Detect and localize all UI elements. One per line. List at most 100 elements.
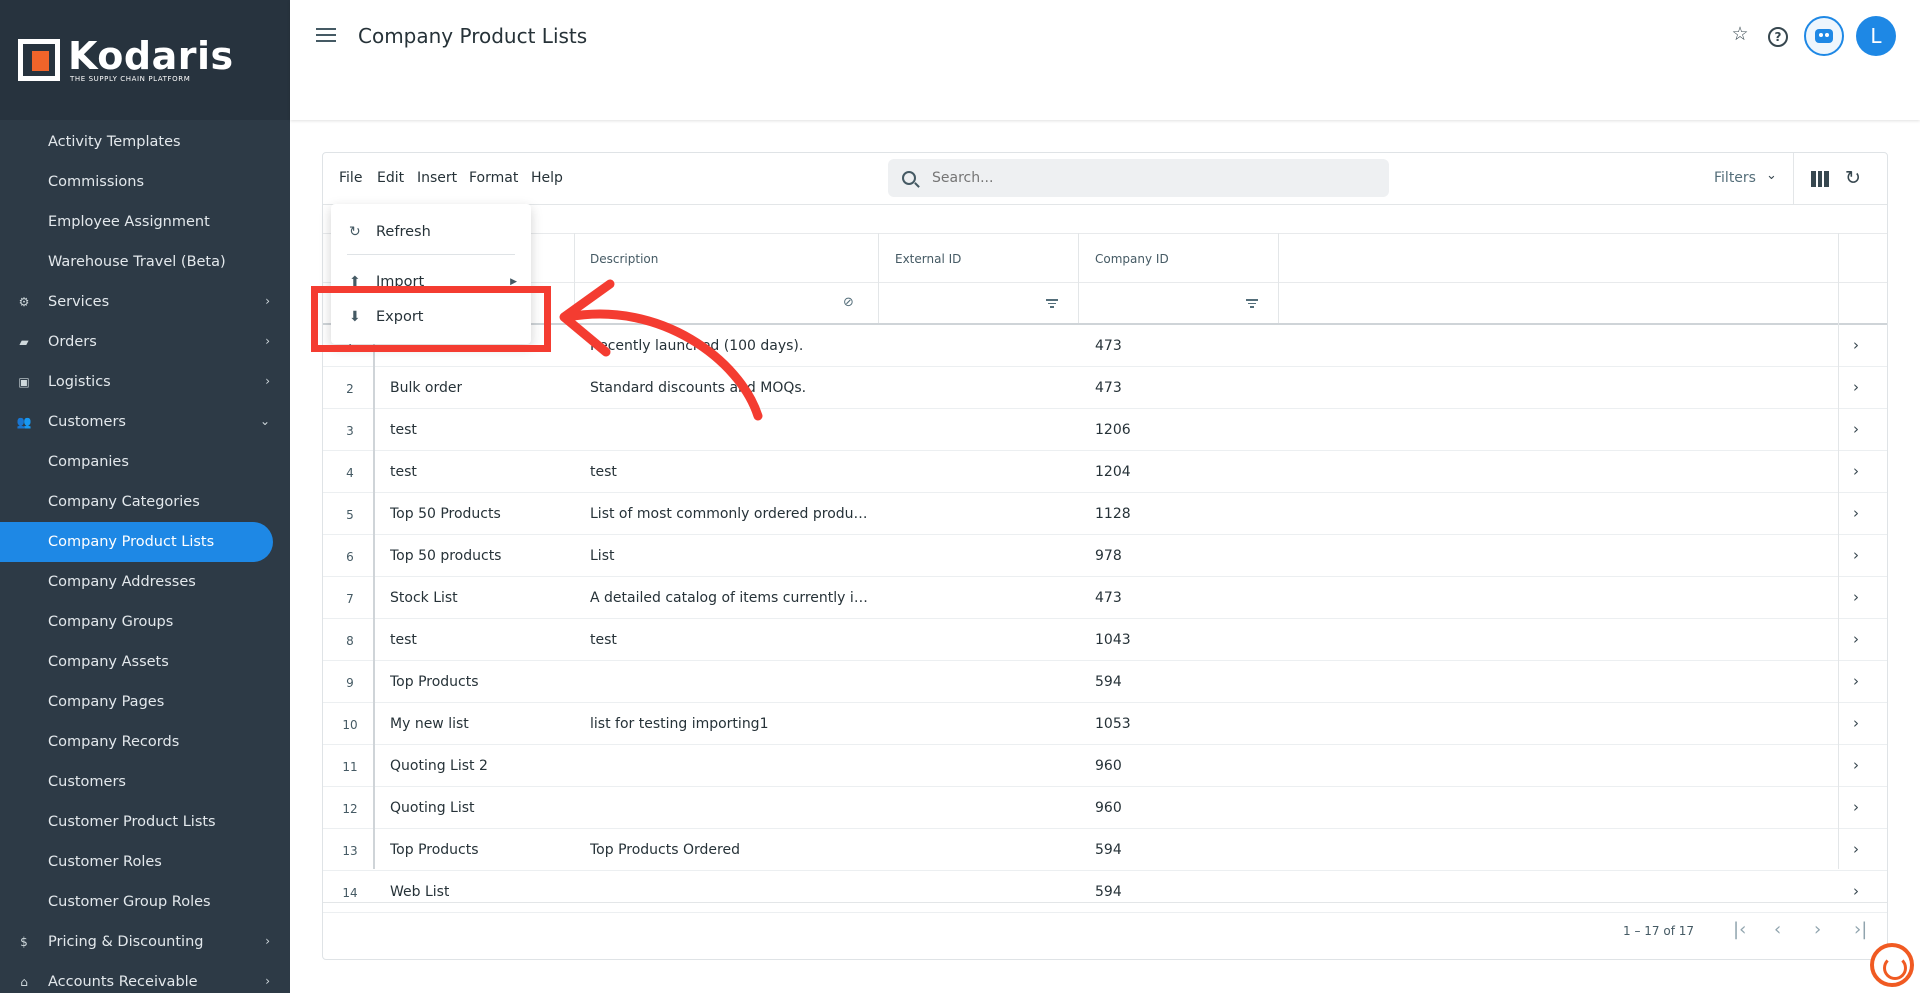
sidebar-item-warehouse-travel-beta[interactable]: Warehouse Travel (Beta) bbox=[0, 242, 290, 282]
sidebar-item-pricing-discounting[interactable]: $ Pricing & Discounting › bbox=[0, 922, 290, 962]
table-row[interactable]: 10 My new list list for testing importing1… bbox=[323, 703, 1887, 745]
cell-name: test bbox=[390, 632, 417, 648]
menu-file[interactable]: File bbox=[339, 170, 362, 186]
table-row[interactable]: 12 Quoting List 960 › bbox=[323, 787, 1887, 829]
sidebar-item-company-product-lists[interactable]: Company Product Lists bbox=[0, 522, 273, 562]
chevron-right-icon[interactable]: › bbox=[1853, 420, 1859, 438]
chevron-right-icon[interactable]: › bbox=[1853, 378, 1859, 396]
menu-insert[interactable]: Insert bbox=[417, 170, 457, 186]
column-header-description[interactable]: Description bbox=[590, 252, 658, 266]
robot-icon bbox=[1815, 29, 1833, 43]
cell-name: Stock List bbox=[390, 590, 458, 606]
table-row[interactable]: 7 Stock List A detailed catalog of items c… bbox=[323, 577, 1887, 619]
filter-icon[interactable] bbox=[1246, 299, 1258, 310]
menu-item-label: Refresh bbox=[376, 224, 431, 240]
cell-description: A detailed catalog of items currently in… bbox=[590, 590, 870, 606]
chevron-right-icon[interactable]: › bbox=[1853, 756, 1859, 774]
cell-company-id: 978 bbox=[1095, 548, 1122, 564]
cell-description: test bbox=[590, 632, 617, 648]
row-number: 11 bbox=[342, 760, 358, 774]
grid-footer: 1 – 17 of 17 |‹ ‹ › ›| bbox=[323, 902, 1887, 960]
chevron-right-icon[interactable]: › bbox=[1853, 336, 1859, 354]
sidebar-item-customer-group-roles[interactable]: Customer Group Roles bbox=[0, 882, 290, 922]
next-page-icon[interactable]: › bbox=[1814, 919, 1821, 940]
menu-edit[interactable]: Edit bbox=[377, 170, 404, 186]
chat-support-icon[interactable] bbox=[1870, 943, 1914, 987]
chevron-right-icon[interactable]: › bbox=[1853, 546, 1859, 564]
filter-icon[interactable] bbox=[1046, 299, 1058, 310]
sidebar-item-customers[interactable]: 👥 Customers ⌄ bbox=[0, 402, 290, 442]
menu-format[interactable]: Format bbox=[469, 170, 518, 186]
column-header-company-id[interactable]: Company ID bbox=[1095, 252, 1169, 266]
cell-name: Top 50 Products bbox=[390, 506, 501, 522]
columns-icon[interactable] bbox=[1811, 171, 1830, 187]
table-row[interactable]: 13 Top Products Top Products Ordered 594 › bbox=[323, 829, 1887, 871]
chevron-right-icon[interactable]: › bbox=[1853, 588, 1859, 606]
sidebar-item-company-assets[interactable]: Company Assets bbox=[0, 642, 290, 682]
table-row[interactable]: 11 Quoting List 2 960 › bbox=[323, 745, 1887, 787]
chevron-right-icon[interactable]: › bbox=[1853, 504, 1859, 522]
sidebar-nav: Activity Templates Commissions Employee As… bbox=[0, 120, 290, 993]
refresh-icon[interactable]: ↻ bbox=[1845, 167, 1861, 189]
filters-button[interactable]: Filters bbox=[1714, 170, 1756, 186]
search-input[interactable] bbox=[932, 170, 1352, 186]
first-page-icon[interactable]: |‹ bbox=[1733, 919, 1746, 940]
user-avatar[interactable]: L bbox=[1856, 16, 1896, 56]
chevron-right-icon[interactable]: › bbox=[1853, 630, 1859, 648]
sidebar-item-customers[interactable]: Customers bbox=[0, 762, 290, 802]
table-row[interactable]: 5 Top 50 Products List of most commonly or… bbox=[323, 493, 1887, 535]
sidebar-item-logistics[interactable]: ▣ Logistics › bbox=[0, 362, 290, 402]
chevron-right-icon[interactable]: › bbox=[1853, 882, 1859, 900]
previous-page-icon[interactable]: ‹ bbox=[1774, 919, 1781, 940]
chevron-right-icon[interactable]: › bbox=[1853, 840, 1859, 858]
table-row[interactable]: 8 test test 1043 › bbox=[323, 619, 1887, 661]
assistant-bot-button[interactable] bbox=[1804, 16, 1844, 56]
sidebar-item-label: Activity Templates bbox=[48, 134, 181, 150]
row-action-divider bbox=[1838, 233, 1839, 869]
table-row[interactable]: 6 Top 50 products List 978 › bbox=[323, 535, 1887, 577]
chevron-right-icon[interactable]: › bbox=[1853, 798, 1859, 816]
sidebar-item-company-categories[interactable]: Company Categories bbox=[0, 482, 290, 522]
sidebar-item-company-records[interactable]: Company Records bbox=[0, 722, 290, 762]
star-icon[interactable]: ☆ bbox=[1728, 22, 1752, 46]
menu-item-refresh[interactable]: ↻ Refresh bbox=[331, 212, 531, 252]
last-page-icon[interactable]: ›| bbox=[1854, 919, 1867, 940]
sidebar-item-label: Companies bbox=[48, 454, 129, 470]
cell-description: test bbox=[590, 464, 617, 480]
row-number: 5 bbox=[346, 508, 354, 522]
column-header-external-id[interactable]: External ID bbox=[895, 252, 961, 266]
row-number: 3 bbox=[346, 424, 354, 438]
logo-name: Kodaris bbox=[68, 34, 234, 78]
table-row[interactable]: 9 Top Products 594 › bbox=[323, 661, 1887, 703]
sidebar-item-customer-product-lists[interactable]: Customer Product Lists bbox=[0, 802, 290, 842]
menu-help[interactable]: Help bbox=[531, 170, 563, 186]
sidebar-item-company-addresses[interactable]: Company Addresses bbox=[0, 562, 290, 602]
chevron-down-icon[interactable]: ⌄ bbox=[1766, 168, 1777, 183]
sidebar-item-activity-templates[interactable]: Activity Templates bbox=[0, 122, 290, 162]
cell-company-id: 960 bbox=[1095, 800, 1122, 816]
sidebar-item-employee-assignment[interactable]: Employee Assignment bbox=[0, 202, 290, 242]
chevron-right-icon: › bbox=[265, 334, 270, 348]
sidebar-item-orders[interactable]: ▰ Orders › bbox=[0, 322, 290, 362]
cell-name: Top Products bbox=[390, 842, 479, 858]
hamburger-menu-icon[interactable] bbox=[316, 28, 336, 46]
cell-name: test bbox=[390, 464, 417, 480]
logo[interactable]: Kodaris THE SUPPLY CHAIN PLATFORM bbox=[0, 0, 290, 120]
table-row[interactable]: 4 test test 1204 › bbox=[323, 451, 1887, 493]
chevron-right-icon[interactable]: › bbox=[1853, 672, 1859, 690]
sidebar-item-company-pages[interactable]: Company Pages bbox=[0, 682, 290, 722]
sidebar-item-companies[interactable]: Companies bbox=[0, 442, 290, 482]
sidebar-item-accounts-receivable[interactable]: ⌂ Accounts Receivable › bbox=[0, 962, 290, 993]
sidebar-item-label: Customer Roles bbox=[48, 854, 162, 870]
chevron-right-icon[interactable]: › bbox=[1853, 714, 1859, 732]
sidebar-item-commissions[interactable]: Commissions bbox=[0, 162, 290, 202]
help-icon[interactable]: ? bbox=[1768, 27, 1788, 47]
chevron-right-icon[interactable]: › bbox=[1853, 462, 1859, 480]
filter-off-icon[interactable]: ⊘ bbox=[843, 295, 854, 310]
cell-company-id: 473 bbox=[1095, 380, 1122, 396]
sidebar-item-company-groups[interactable]: Company Groups bbox=[0, 602, 290, 642]
sidebar-item-services[interactable]: ⚙ Services › bbox=[0, 282, 290, 322]
sidebar-item-label: Company Assets bbox=[48, 654, 169, 670]
sidebar-item-customer-roles[interactable]: Customer Roles bbox=[0, 842, 290, 882]
sidebar-item-label: Services bbox=[48, 294, 110, 310]
